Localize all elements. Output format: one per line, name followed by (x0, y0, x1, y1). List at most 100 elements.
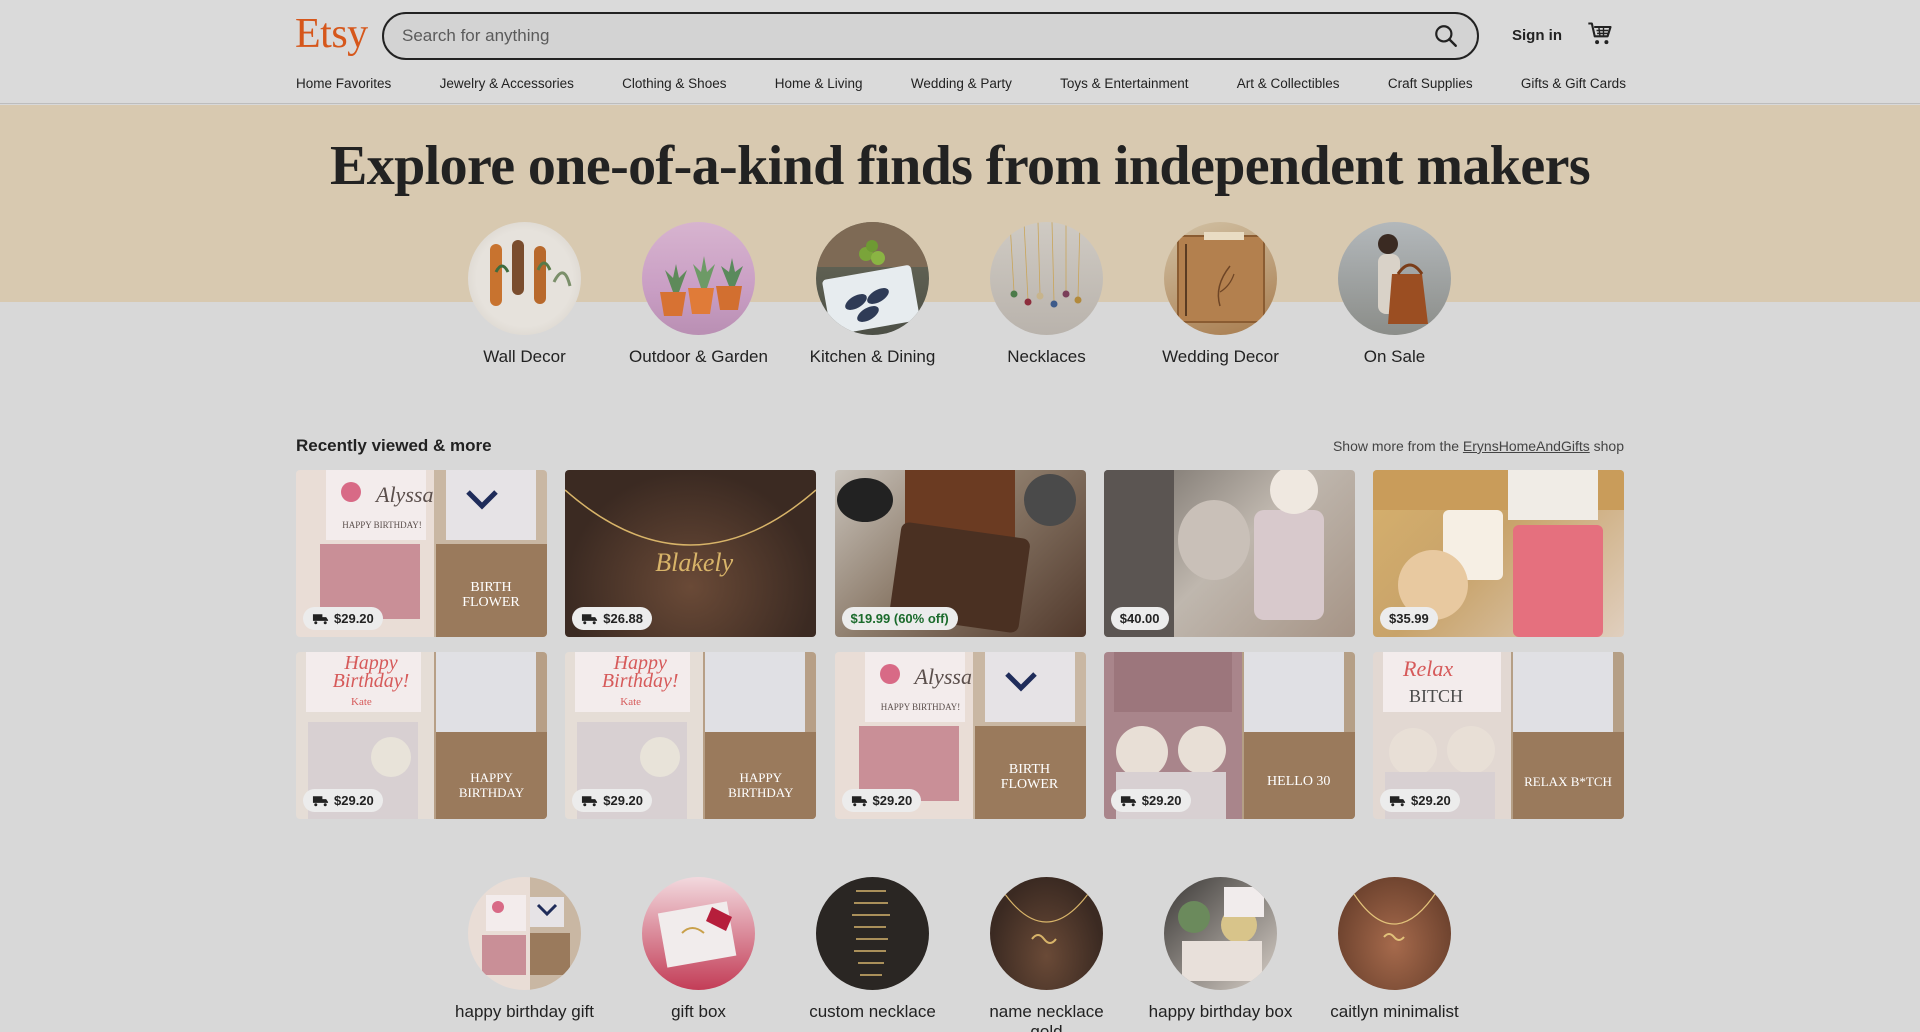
card-script-text: Alyssa (914, 664, 972, 689)
listing-card[interactable]: $40.00 (1103, 470, 1355, 637)
card-overlay-text: HAPPY BIRTHDAY (728, 770, 794, 800)
nav-art-collectibles[interactable]: Art & Collectibles (1237, 76, 1340, 91)
circle-wall-decor[interactable]: Wall Decor (468, 222, 581, 367)
nav-gifts-gift-cards[interactable]: Gifts & Gift Cards (1521, 76, 1626, 91)
listing-card[interactable]: HELLO 30 $29.20 (1103, 652, 1355, 819)
circle-outdoor-garden[interactable]: Outdoor & Garden (629, 222, 768, 367)
circle-label: name necklace gold (989, 1002, 1104, 1032)
card-overlay-text: BIRTH FLOWER (462, 580, 520, 610)
price-badge: $29.20 (572, 789, 653, 812)
nav-craft-supplies[interactable]: Craft Supplies (1388, 76, 1473, 91)
circle-label: Kitchen & Dining (809, 347, 936, 366)
site-header: Etsy Sign in Home Favorites Jewelry & Ac… (0, 0, 1920, 104)
search-circle-happy-birthday-gift[interactable]: happy birthday gift (455, 877, 594, 1032)
show-more-prefix: Show more from the (1332, 438, 1460, 454)
listing-card[interactable]: Happy Birthday! Kate HAPPY BIRTHDAY $29.… (565, 652, 817, 819)
circle-wedding-decor[interactable]: Wedding Decor (1162, 222, 1279, 367)
card-script-text: Relax (1403, 656, 1454, 681)
outdoor-garden-image[interactable] (642, 222, 755, 335)
kitchen-dining-image[interactable] (816, 222, 929, 335)
price-text: $29.20 (872, 793, 913, 808)
recently-viewed-title: Recently viewed & more (296, 436, 492, 455)
category-nav: Home Favorites Jewelry & Accessories Clo… (296, 76, 1626, 91)
circle-kitchen-dining[interactable]: Kitchen & Dining (810, 222, 935, 367)
free-shipping-icon (582, 613, 598, 624)
search-icon[interactable] (1433, 23, 1459, 49)
price-text: $29.20 (334, 793, 374, 808)
price-text: $26.88 (603, 611, 644, 626)
card-subtext: Kate (620, 696, 642, 708)
free-shipping-icon (851, 795, 867, 806)
search-circle-custom-necklace[interactable]: custom necklace (809, 877, 936, 1032)
price-badge: $26.88 (572, 607, 653, 630)
listing-card[interactable]: Relax BITCH RELAX B*TCH $29.20 (1373, 652, 1624, 819)
search-circle-image[interactable] (468, 877, 581, 990)
circle-necklaces[interactable]: Necklaces (990, 222, 1103, 367)
search-circle-image[interactable] (1338, 877, 1451, 990)
cart-icon[interactable] (1586, 20, 1614, 48)
price-badge: $29.20 (1110, 789, 1191, 812)
wedding-decor-image[interactable] (1164, 222, 1277, 335)
price-text: $35.99 (1389, 611, 1429, 626)
search-circle-image[interactable] (816, 877, 929, 990)
circle-label: happy birthday gift (455, 1002, 594, 1021)
card-script-text: Blakely (655, 548, 734, 577)
circle-on-sale[interactable]: On Sale (1338, 222, 1451, 367)
price-text: $19.99 (60% off) (850, 611, 949, 626)
nav-home-favorites[interactable]: Home Favorites (296, 76, 391, 91)
free-shipping-icon (312, 613, 329, 624)
card-overlay-text: RELAX B*TCH (1524, 774, 1612, 789)
search-circle-happy-birthday-box[interactable]: happy birthday box (1149, 877, 1292, 1032)
hero-category-circles: Wall Decor Outdoor & Garden Kitchen & Di… (468, 222, 1451, 367)
listing-card[interactable]: Happy Birthday! Kate HAPPY BIRTHDAY $29.… (296, 652, 547, 819)
nav-toys-entertainment[interactable]: Toys & Entertainment (1060, 76, 1188, 91)
search-bar[interactable] (382, 12, 1479, 60)
circle-label: happy birthday box (1148, 1002, 1293, 1021)
search-circle-image[interactable] (1164, 877, 1277, 990)
circle-label: Outdoor & Garden (629, 347, 768, 366)
search-circle-name-necklace-gold[interactable]: name necklace gold (989, 877, 1104, 1032)
circle-label: On Sale (1363, 347, 1426, 366)
price-badge: $19.99 (60% off) (841, 607, 958, 630)
card-overlay-text: BIRTH FLOWER (1000, 762, 1059, 792)
search-circle-image[interactable] (642, 877, 755, 990)
card-script-text: Happy Birthday! (601, 652, 679, 692)
listing-card[interactable]: $19.99 (60% off) (834, 470, 1086, 637)
necklaces-image[interactable] (990, 222, 1103, 335)
circle-label: gift box (671, 1002, 726, 1021)
price-text: $29.20 (1141, 793, 1182, 808)
search-input[interactable] (402, 14, 1402, 58)
recently-viewed-grid: Alyssa HAPPY BIRTHDAY! BIRTH FLOWER $29.… (296, 470, 1624, 819)
card-overlay-text: HAPPY BIRTHDAY (458, 770, 525, 800)
search-circle-gift-box[interactable]: gift box (642, 877, 755, 1032)
wall-decor-image[interactable] (468, 222, 581, 335)
listing-card[interactable]: Alyssa HAPPY BIRTHDAY! BIRTH FLOWER $29.… (296, 470, 547, 637)
popular-search-circles: happy birthday gift gift box custom neck… (455, 877, 1459, 1032)
price-text: $29.20 (1411, 793, 1451, 808)
listing-card[interactable]: $35.99 (1373, 470, 1624, 637)
card-script-text: Alyssa (376, 482, 434, 507)
listing-card[interactable]: Blakely $26.88 (565, 470, 817, 637)
card-subtext: HAPPY BIRTHDAY! (880, 702, 961, 712)
price-badge: $35.99 (1380, 607, 1438, 630)
price-badge: $40.00 (1110, 607, 1169, 630)
circle-label: custom necklace (809, 1002, 936, 1021)
nav-home-living[interactable]: Home & Living (775, 76, 863, 91)
listing-card[interactable]: Alyssa HAPPY BIRTHDAY! BIRTH FLOWER $29.… (834, 652, 1086, 819)
nav-jewelry-accessories[interactable]: Jewelry & Accessories (440, 76, 574, 91)
circle-label: Wall Decor (483, 347, 566, 366)
etsy-logo[interactable]: Etsy (295, 10, 368, 58)
nav-wedding-party[interactable]: Wedding & Party (911, 76, 1012, 91)
sign-in-link[interactable]: Sign in (1512, 27, 1562, 44)
on-sale-image[interactable] (1338, 222, 1451, 335)
card-subtext: Kate (351, 696, 372, 708)
circle-label: Necklaces (1007, 347, 1086, 366)
free-shipping-icon (1120, 795, 1136, 806)
free-shipping-icon (582, 795, 598, 806)
search-circle-caitlyn-minimalist[interactable]: caitlyn minimalist (1330, 877, 1459, 1032)
price-badge: $29.20 (1380, 789, 1460, 812)
card-script-text: Happy Birthday! (332, 652, 410, 692)
search-circle-image[interactable] (990, 877, 1103, 990)
nav-clothing-shoes[interactable]: Clothing & Shoes (622, 76, 726, 91)
shop-link[interactable]: ErynsHomeAndGifts (1463, 438, 1590, 454)
